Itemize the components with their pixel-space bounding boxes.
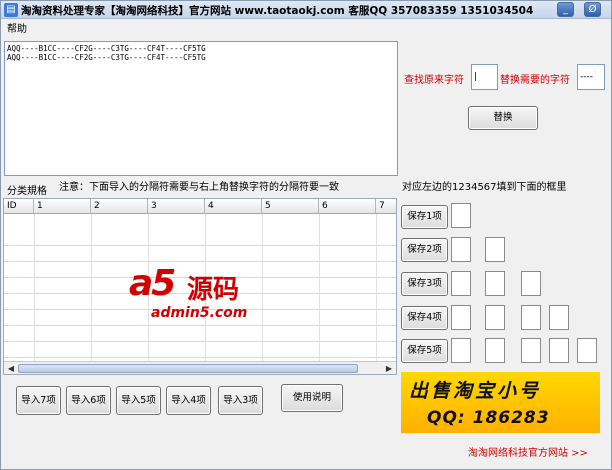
- grid-row-line: [4, 246, 396, 262]
- save-2-button[interactable]: 保存2项: [401, 238, 448, 262]
- grid-hscrollbar[interactable]: ◀ ▶: [4, 361, 396, 374]
- banner-qq: QQ: 186283: [427, 408, 550, 428]
- save-3-button[interactable]: 保存3项: [401, 272, 448, 296]
- map-box-4-4[interactable]: [549, 305, 569, 330]
- find-label: 查找原来字符: [404, 75, 464, 86]
- close-button[interactable]: Ø: [584, 2, 601, 17]
- map-box-4-2[interactable]: [485, 305, 505, 330]
- menu-help[interactable]: 帮助: [7, 20, 27, 35]
- map-box-3-2[interactable]: [485, 271, 505, 296]
- save-5-button[interactable]: 保存5项: [401, 339, 448, 363]
- grid-col-line: [91, 214, 92, 362]
- fill-hint: 对应左边的1234567填到下面的框里: [402, 182, 567, 193]
- import-4-button[interactable]: 导入4项: [166, 386, 211, 415]
- title-bar: ▤ 淘淘资料处理专家【淘淘网络科技】官方网站 www.taotaokj.com …: [1, 1, 611, 19]
- scroll-right-icon[interactable]: ▶: [383, 363, 395, 374]
- map-box-1-1[interactable]: [451, 203, 471, 228]
- source-text-area[interactable]: AQQ----B1CC----CF2G----C3TG----CF4T----C…: [4, 41, 398, 176]
- grid-header-col5[interactable]: 5: [262, 199, 319, 214]
- app-window: ▤ 淘淘资料处理专家【淘淘网络科技】官方网站 www.taotaokj.com …: [0, 0, 612, 470]
- map-box-2-2[interactable]: [485, 237, 505, 262]
- grid-col-line: [376, 214, 377, 362]
- replace-button[interactable]: 替换: [468, 106, 538, 130]
- map-box-5-1[interactable]: [451, 338, 471, 363]
- official-site-link[interactable]: 淘淘网络科技官方网站 >>: [468, 444, 588, 459]
- grid-header-col4[interactable]: 4: [205, 199, 262, 214]
- logo-mark: a5: [129, 263, 176, 304]
- banner-line1: 出售淘宝小号: [409, 380, 542, 402]
- grid-row-line: [4, 230, 396, 246]
- minimize-button[interactable]: _: [557, 2, 574, 17]
- ad-banner[interactable]: 出售淘宝小号 QQ: 186283: [401, 372, 600, 433]
- grid-header: ID 1 2 3 4 5 6 7: [4, 199, 396, 214]
- import-6-button[interactable]: 导入6项: [66, 386, 111, 415]
- grid-header-col1[interactable]: 1: [34, 199, 91, 214]
- map-box-2-1[interactable]: [451, 237, 471, 262]
- grid-row-line: [4, 342, 396, 358]
- replace-input[interactable]: ----: [577, 64, 605, 90]
- help-button[interactable]: 使用说明: [281, 384, 343, 412]
- save-1-button[interactable]: 保存1项: [401, 205, 448, 229]
- logo-url: admin5.com: [151, 305, 248, 321]
- map-box-4-3[interactable]: [521, 305, 541, 330]
- find-input[interactable]: |: [471, 64, 498, 90]
- map-box-5-3[interactable]: [521, 338, 541, 363]
- import-5-button[interactable]: 导入5项: [116, 386, 161, 415]
- replace-label: 替换需要的字符: [500, 75, 570, 86]
- map-box-5-2[interactable]: [485, 338, 505, 363]
- admin5-logo: a5 源码 admin5.com: [129, 263, 277, 327]
- map-box-3-3[interactable]: [521, 271, 541, 296]
- app-icon: ▤: [4, 3, 18, 17]
- map-box-5-4[interactable]: [549, 338, 569, 363]
- scroll-thumb[interactable]: [18, 364, 358, 373]
- note-text: 注意：下面导入的分隔符需要与右上角替换字符的分隔符要一致: [59, 182, 339, 193]
- grid-header-id[interactable]: ID: [4, 199, 34, 214]
- import-3-button[interactable]: 导入3项: [218, 386, 263, 415]
- grid-header-col2[interactable]: 2: [91, 199, 148, 214]
- import-7-button[interactable]: 导入7项: [16, 386, 61, 415]
- grid-row-line: [4, 326, 396, 342]
- map-box-5-5[interactable]: [577, 338, 597, 363]
- menu-bar: 帮助: [1, 19, 611, 35]
- category-label: 分类規格: [7, 186, 47, 197]
- grid-col-line: [319, 214, 320, 362]
- grid-col-line: [34, 214, 35, 362]
- map-box-3-1[interactable]: [451, 271, 471, 296]
- scroll-left-icon[interactable]: ◀: [5, 363, 17, 374]
- logo-cn-text: 源码: [187, 275, 240, 305]
- map-box-4-1[interactable]: [451, 305, 471, 330]
- grid-header-col3[interactable]: 3: [148, 199, 205, 214]
- grid-header-col6[interactable]: 6: [319, 199, 376, 214]
- save-4-button[interactable]: 保存4项: [401, 306, 448, 330]
- window-title: 淘淘资料处理专家【淘淘网络科技】官方网站 www.taotaokj.com 客服…: [21, 5, 534, 17]
- grid-header-col7[interactable]: 7: [376, 199, 396, 214]
